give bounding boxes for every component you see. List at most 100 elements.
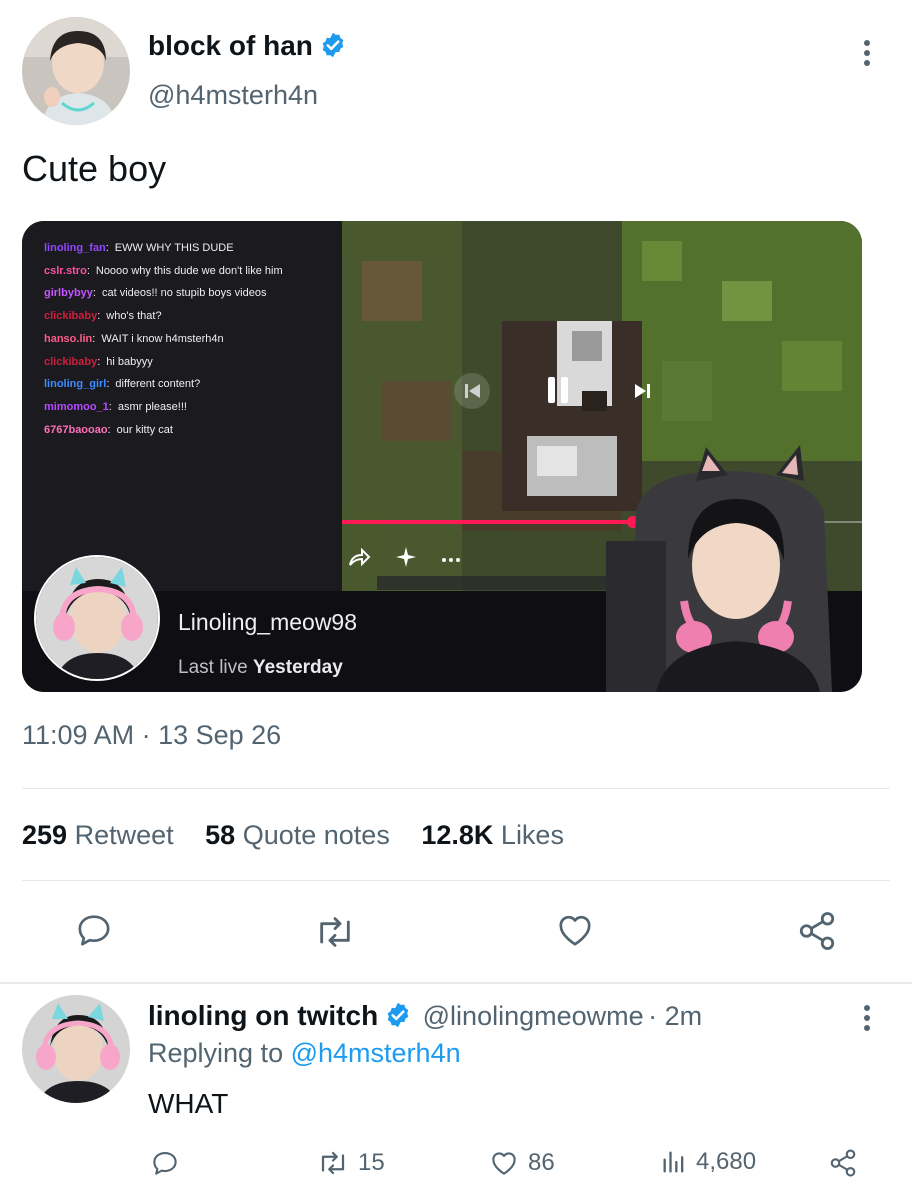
chat-text: Noooo why this dude we don't like him [95, 264, 283, 277]
chat-username[interactable]: 6767baooao [44, 424, 108, 436]
chat-text: hi babyyy [106, 355, 153, 368]
stream-chat: linoling_fan: EWW WHY THIS DUDE cslr.stro:… [22, 221, 342, 591]
author-display-name[interactable]: block of han [148, 30, 347, 62]
author-handle[interactable]: @h4msterh4n [148, 80, 318, 111]
like-label[interactable]: Likes [501, 820, 564, 850]
chat-text: EWW WHY THIS DUDE [114, 242, 234, 254]
more-dots-icon[interactable] [440, 545, 462, 562]
author-name-text[interactable]: block of han [148, 30, 313, 61]
reply-icon [153, 1151, 177, 1175]
reply-author-avatar[interactable] [22, 995, 130, 1103]
chat-text: WAIT i know h4msterh4n [101, 332, 224, 345]
chat-separator: : [106, 378, 110, 391]
retweet-count[interactable]: 259 [22, 820, 67, 850]
chat-message: 6767baooao: our kitty cat [44, 419, 342, 442]
chat-message: girlbybyy: cat videos!! no stupib boys vi… [44, 282, 342, 305]
verified-badge-icon [387, 1002, 409, 1028]
chat-message: mimomoo_1: asmr please!!! [44, 396, 342, 419]
section-divider [0, 982, 912, 984]
share-arrow-icon[interactable] [346, 545, 372, 571]
chat-username[interactable]: linoling_girl [44, 378, 106, 390]
reply-share-button[interactable] [828, 1148, 858, 1178]
streamer-avatar[interactable] [34, 555, 160, 681]
retweet-icon [321, 1151, 345, 1175]
tweet-more-icon[interactable] [862, 40, 872, 70]
last-live-label: Last live [178, 657, 248, 678]
reply-like-count: 86 [528, 1149, 555, 1176]
chat-username[interactable]: cslr.stro [44, 265, 87, 277]
reply-more-icon[interactable] [862, 1005, 872, 1035]
chat-username[interactable]: clickibaby [44, 356, 97, 368]
chat-username[interactable]: hanso.lin [44, 333, 92, 345]
chat-separator: : [92, 332, 96, 345]
reply-views-button[interactable]: 4,680 [660, 1148, 756, 1176]
last-live-text: Last live Yesterday [178, 657, 343, 679]
reply-text: WHAT [148, 1088, 229, 1119]
chat-message: hanso.lin: WAIT i know h4msterh4n [44, 328, 342, 351]
retweet-icon[interactable] [313, 912, 357, 957]
like-count-group[interactable]: 12.8K Likes [421, 820, 564, 850]
chat-text: who's that? [106, 310, 162, 323]
tweet-timestamp[interactable]: 11:09 AM · 13 Sep 26 [22, 720, 281, 751]
replying-prefix: Replying to [148, 1038, 284, 1068]
reply-author-name[interactable]: linoling on twitch [148, 1000, 378, 1031]
retweet-count-group[interactable]: 259 Retweet [22, 820, 174, 850]
chat-separator: : [105, 242, 109, 254]
chat-message: linoling_fan: EWW WHY THIS DUDE [44, 237, 342, 260]
chat-separator: : [97, 310, 101, 323]
reply-header: linoling on twitch @linolingmeowme · 2m [148, 1000, 702, 1032]
chat-text: asmr please!!! [117, 400, 187, 413]
skip-next-icon[interactable] [625, 373, 661, 409]
retweet-label[interactable]: Retweet [75, 820, 174, 850]
reply-time[interactable]: · 2m [648, 1001, 702, 1031]
like-count[interactable]: 12.8K [421, 820, 493, 850]
chat-separator: : [92, 287, 96, 300]
chat-username[interactable]: girlbybyy [44, 287, 93, 299]
like-icon [492, 1152, 516, 1175]
chat-text: cat videos!! no stupib boys videos [101, 287, 267, 300]
share-icon[interactable] [796, 910, 838, 957]
divider [22, 788, 890, 789]
skip-previous-icon[interactable] [454, 373, 490, 409]
reply-like-button[interactable]: 86 [488, 1148, 555, 1178]
chat-message: cslr.stro: Noooo why this dude we don't l… [44, 260, 342, 283]
chat-username[interactable]: mimomoo_1 [44, 401, 109, 413]
chat-message: linoling_girl: different content? [44, 373, 342, 396]
views-icon [663, 1151, 684, 1173]
chat-message: clickibaby: who's that? [44, 305, 342, 328]
pause-icon[interactable] [534, 367, 582, 415]
like-icon[interactable] [554, 910, 596, 955]
chat-username[interactable]: clickibaby [44, 310, 97, 322]
quote-count[interactable]: 58 [205, 820, 235, 850]
reply-retweet-button[interactable]: 15 [316, 1148, 385, 1178]
sparkle-icon[interactable] [394, 545, 418, 569]
chat-separator: : [97, 355, 101, 368]
verified-badge-icon [322, 32, 344, 58]
author-avatar[interactable] [22, 17, 130, 125]
replying-to-handle[interactable]: @h4msterh4n [291, 1038, 461, 1068]
chat-separator: : [108, 400, 112, 413]
chat-text: our kitty cat [116, 423, 173, 436]
divider [22, 880, 890, 881]
tweet-stats: 259 Retweet 58 Quote notes 12.8K Likes [22, 820, 588, 851]
tweet-media[interactable]: linoling_fan: EWW WHY THIS DUDE cslr.stro:… [22, 221, 862, 692]
reply-view-count: 4,680 [696, 1148, 757, 1175]
chat-separator: : [86, 264, 90, 277]
chat-text: different content? [115, 378, 201, 391]
chat-separator: : [107, 423, 111, 436]
chat-username[interactable]: linoling_fan [44, 242, 106, 254]
reply-icon[interactable] [74, 910, 114, 955]
chat-message: clickibaby: hi babyyy [44, 351, 342, 374]
progress-bar[interactable] [342, 520, 633, 524]
facecam [596, 441, 862, 692]
quote-count-group[interactable]: 58 Quote notes [205, 820, 390, 850]
replying-to: Replying to @h4msterh4n [148, 1038, 461, 1069]
reply-author-handle[interactable]: @linolingmeowme [423, 1001, 644, 1031]
tweet-text: Cute boy [22, 148, 167, 189]
quote-label[interactable]: Quote notes [243, 820, 390, 850]
reply-reply-button[interactable] [150, 1148, 180, 1178]
share-icon [830, 1149, 856, 1177]
last-live-value: Yesterday [252, 657, 343, 678]
stream-channel-name[interactable]: Linoling_meow98 [178, 609, 357, 636]
reply-retweet-count: 15 [358, 1149, 385, 1176]
